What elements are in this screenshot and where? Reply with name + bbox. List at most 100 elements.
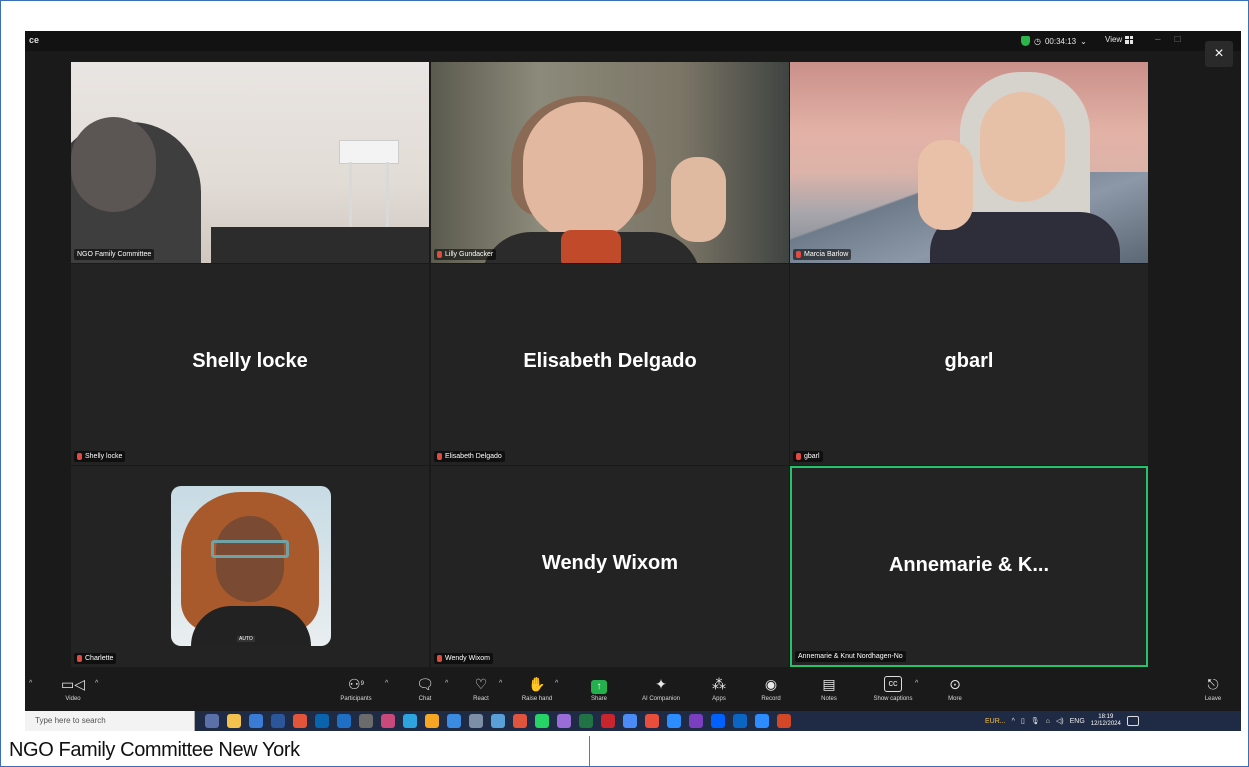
grid-icon — [1125, 35, 1134, 44]
participant-name: Lilly Gundacker — [445, 251, 494, 258]
apps-icon: ⁂ — [712, 676, 726, 692]
excel-icon[interactable] — [579, 714, 593, 728]
view-button[interactable]: View — [1105, 35, 1134, 44]
projector-shape — [339, 140, 399, 164]
video-tile-wendy-wixom[interactable]: Wendy Wixom Wendy Wixom — [431, 466, 789, 667]
language-indicator[interactable]: ENG — [1070, 718, 1085, 725]
firefox-icon[interactable] — [425, 714, 439, 728]
word-icon[interactable] — [271, 714, 285, 728]
ai-companion-button[interactable]: ✦ AI Companion — [633, 676, 689, 702]
outlook-icon[interactable] — [315, 714, 329, 728]
participant-display-name: Annemarie & K... — [888, 554, 1050, 576]
record-button[interactable]: ◉ Record — [743, 676, 799, 702]
notification-icon[interactable] — [1126, 716, 1139, 726]
minimize-icon[interactable]: – — [1155, 34, 1161, 45]
participant-name: Marcia Barlow — [804, 251, 849, 258]
linkedin-icon[interactable] — [733, 714, 747, 728]
camera-icon[interactable] — [359, 714, 373, 728]
app-icon[interactable] — [381, 714, 395, 728]
battery-icon[interactable]: ▯ — [1021, 717, 1025, 725]
video-tile-gbarl[interactable]: gbarl gbarl — [790, 264, 1148, 465]
share-button[interactable]: ↑ Share — [571, 676, 627, 702]
window-controls: – □ — [1155, 34, 1181, 45]
show-captions-button[interactable]: cc Show captions — [865, 676, 921, 702]
notes-button[interactable]: ▤ Notes — [801, 676, 857, 702]
participants-button[interactable]: ⚇9 Participants — [328, 676, 384, 702]
chrome-icon[interactable] — [293, 714, 307, 728]
mail-icon[interactable] — [337, 714, 351, 728]
system-tray: EUR... ^ ▯ 🎙 ⌂ ◁) ENG 18:19 12/12/2024 — [985, 711, 1139, 731]
task-view-icon[interactable] — [205, 714, 219, 728]
video-tile-elisabeth-delgado[interactable]: Elisabeth Delgado Elisabeth Delgado — [431, 264, 789, 465]
chat-options-caret[interactable]: ^ — [445, 680, 448, 687]
screenshot-frame: ce ◷ 00:34:13 ⌄ View – □ × NGO Family Co… — [0, 0, 1249, 767]
participant-name: gbarl — [804, 453, 820, 460]
zoom-meeting-icon[interactable] — [755, 714, 769, 728]
photos-icon[interactable] — [447, 714, 461, 728]
profile-glasses — [211, 540, 289, 558]
notepad-icon[interactable] — [469, 714, 483, 728]
participants-options-caret[interactable]: ^ — [385, 680, 388, 687]
maximize-icon[interactable]: □ — [1175, 34, 1181, 45]
leave-door-icon: ⎋ — [1207, 676, 1219, 692]
profile-face — [216, 516, 284, 602]
windows-taskbar: Type here to search EUR... ^ ▯ 🎙 ⌂ ◁) EN… — [25, 711, 1241, 731]
video-camera-icon: ▭◁ — [61, 676, 85, 692]
timer-text: 00:34:13 — [1044, 36, 1077, 46]
participant-label: Shelly locke — [74, 451, 126, 462]
shield-check-icon — [1021, 36, 1030, 46]
notes-icon: ▤ — [822, 676, 836, 692]
speaker-icon[interactable]: ◁) — [1056, 717, 1064, 725]
taskbar-search-input[interactable]: Type here to search — [25, 711, 195, 731]
chrome-profile-icon[interactable] — [513, 714, 527, 728]
audio-options-caret[interactable]: ^ — [29, 680, 32, 687]
telegram-icon[interactable] — [403, 714, 417, 728]
app-icon[interactable] — [557, 714, 571, 728]
leave-button[interactable]: ⎋ Leave — [1185, 676, 1241, 702]
currency-widget[interactable]: EUR... — [985, 718, 1006, 725]
video-tile-annemarie-knut[interactable]: Annemarie & K... Annemarie & Knut Nordha… — [790, 466, 1148, 667]
microphone-icon[interactable]: 🎙 — [1031, 717, 1040, 725]
acrobat-icon[interactable] — [601, 714, 615, 728]
waving-hand — [671, 157, 726, 242]
waving-hand — [918, 140, 973, 230]
meeting-timer[interactable]: ◷ 00:34:13 ⌄ — [1021, 34, 1087, 48]
react-options-caret[interactable]: ^ — [499, 680, 502, 687]
video-options-caret[interactable]: ^ — [95, 680, 98, 687]
edge-icon[interactable] — [249, 714, 263, 728]
view-label: View — [1105, 35, 1123, 44]
raise-hand-options-caret[interactable]: ^ — [555, 680, 558, 687]
dropbox-icon[interactable] — [711, 714, 725, 728]
participant-name: Elisabeth Delgado — [445, 453, 502, 460]
video-tile-lilly-gundacker[interactable]: Lilly Gundacker — [431, 62, 789, 263]
powerpoint-icon[interactable] — [777, 714, 791, 728]
video-button[interactable]: ▭◁ Video — [45, 676, 101, 702]
participant-label: Annemarie & Knut Nordhagen-No — [795, 651, 906, 662]
onenote-icon[interactable] — [689, 714, 703, 728]
messenger-icon[interactable] — [623, 714, 637, 728]
video-tile-shelly-locke[interactable]: Shelly locke Shelly locke — [71, 264, 429, 465]
file-explorer-icon[interactable] — [227, 714, 241, 728]
zoom-icon[interactable] — [667, 714, 681, 728]
more-button[interactable]: ⊙ More — [927, 676, 983, 702]
participant-name: NGO Family Committee — [77, 251, 152, 258]
close-button[interactable]: × — [1205, 41, 1233, 67]
projector-stand-shape — [349, 162, 389, 232]
network-icon[interactable]: ⌂ — [1046, 718, 1050, 725]
video-tile-ngo-family-committee[interactable]: NGO Family Committee — [71, 62, 429, 263]
captions-options-caret[interactable]: ^ — [915, 680, 918, 687]
text-cursor-line — [589, 736, 590, 766]
mic-muted-icon — [437, 251, 442, 258]
participants-icon: ⚇9 — [348, 676, 364, 692]
video-tile-charlette[interactable]: AUTO Charlette — [71, 466, 429, 667]
video-tile-marcia-barlow[interactable]: Marcia Barlow — [790, 62, 1148, 263]
image-caption: NGO Family Committee New York — [9, 739, 300, 761]
apps-button[interactable]: ⁂ Apps — [691, 676, 747, 702]
mic-muted-icon — [77, 655, 82, 662]
whatsapp-icon[interactable] — [535, 714, 549, 728]
todo-icon[interactable] — [645, 714, 659, 728]
vpn-icon[interactable] — [491, 714, 505, 728]
taskbar-clock[interactable]: 18:19 12/12/2024 — [1091, 714, 1121, 728]
chevron-up-icon[interactable]: ^ — [1012, 718, 1015, 725]
participant-face — [980, 92, 1065, 202]
